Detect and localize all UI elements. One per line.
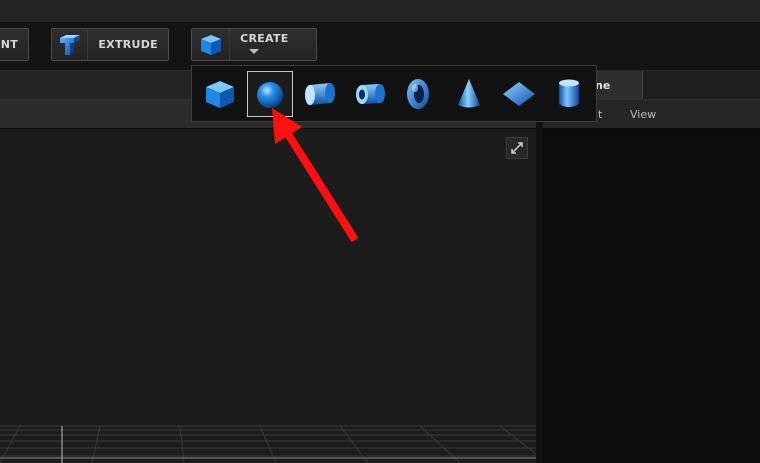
tube-shape-button[interactable] <box>347 71 393 117</box>
cube-icon <box>192 29 231 60</box>
create-shape-dropdown <box>191 65 597 122</box>
main-toolbar: ENT EXTRUDE CREATE <box>0 22 760 71</box>
cylinder-shape-button[interactable] <box>296 71 342 117</box>
3d-viewport[interactable] <box>0 129 536 463</box>
cube-shape-button[interactable] <box>197 71 243 117</box>
capsule-shape-icon <box>559 79 579 107</box>
partial-tool-label: ENT <box>0 38 18 51</box>
sphere-shape-icon <box>257 82 283 108</box>
window-top-strip <box>0 0 760 23</box>
plane-shape-icon <box>503 82 535 106</box>
capsule-shape-button[interactable] <box>546 71 592 117</box>
create-label: CREATE <box>230 32 316 58</box>
panel-splitter[interactable] <box>536 71 543 463</box>
partial-tool-button[interactable]: ENT <box>0 28 29 61</box>
torus-shape-icon <box>407 79 429 109</box>
ground-grid <box>0 425 536 463</box>
cone-shape-icon <box>458 79 480 108</box>
tube-shape-icon <box>356 84 385 104</box>
cone-shape-button[interactable] <box>446 71 492 117</box>
menu-view[interactable]: View <box>630 100 656 128</box>
tab-scene-label: ne <box>595 78 611 92</box>
cylinder-shape-icon <box>305 83 335 105</box>
extrude-button[interactable]: EXTRUDE <box>51 28 169 61</box>
plane-shape-button[interactable] <box>496 71 542 117</box>
torus-shape-button[interactable] <box>395 71 441 117</box>
extrude-icon <box>52 29 89 60</box>
scene-panel: ne dit View <box>543 71 760 463</box>
chevron-down-icon <box>249 49 260 54</box>
extrude-label: EXTRUDE <box>98 38 158 51</box>
cube-shape-icon <box>206 81 234 108</box>
create-label-text: CREATE <box>240 31 289 45</box>
maximize-viewport-button[interactable] <box>506 137 528 159</box>
maximize-icon <box>511 142 523 154</box>
sphere-shape-button[interactable] <box>247 71 293 117</box>
create-button[interactable]: CREATE <box>191 28 317 61</box>
